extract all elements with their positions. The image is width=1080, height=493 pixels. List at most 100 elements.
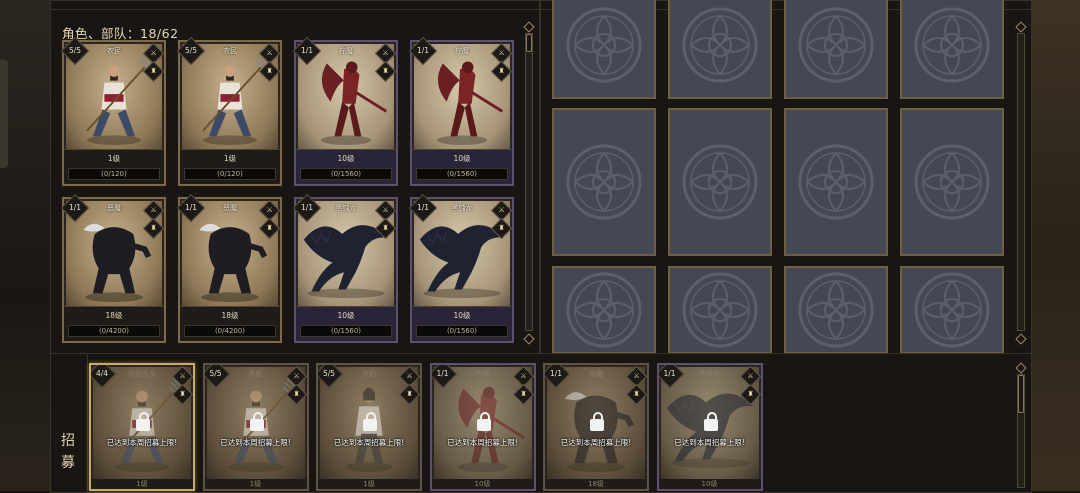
scroll-bottom-marker: [1015, 333, 1027, 345]
padlock-icon: [476, 412, 491, 431]
unit-count: 1/1: [416, 203, 430, 212]
recruit-count-badge: 5/5: [318, 365, 344, 389]
padlock-icon: [590, 412, 604, 431]
unit-card[interactable]: 黑蚀龙 1/1 ⚔ ♜ 10级 (0/1560): [292, 193, 398, 343]
unit-footer: 1级 (0/120): [64, 149, 164, 184]
unit-level: 1级: [107, 154, 121, 163]
unit-xp: (0/120): [68, 168, 160, 180]
recruit-level: 1级: [204, 479, 307, 489]
roster-scroll-thumb[interactable]: [526, 34, 532, 52]
unit-count: 5/5: [184, 46, 198, 55]
unit-level: 10级: [337, 154, 355, 163]
empty-deck-slot[interactable]: [784, 0, 888, 99]
unit-count: 1/1: [300, 46, 314, 55]
unit-count-badge: 1/1: [408, 36, 438, 66]
recruit-limit-message: 已达到本周招募上限!: [333, 438, 405, 447]
recruit-limit-message: 已达到本周招募上限!: [106, 438, 178, 447]
recruit-card[interactable]: 农民 5/5 ⚔ ♜ 已达到本周招募上限! 1级: [202, 363, 309, 491]
empty-deck-slot[interactable]: [668, 108, 772, 256]
unit-level: 10级: [453, 154, 471, 163]
unit-footer: 10级 (0/1560): [296, 306, 396, 341]
empty-deck-slot[interactable]: [552, 0, 656, 99]
recruit-count: 4/4: [95, 369, 109, 378]
recruit-limit-message: 已达到本周招募上限!: [560, 438, 632, 447]
recruit-panel: 招 募 农民队长 4/4 ⚔ ♜ 已达到本周招募上限! 1级 农民 5/5 ⚔ …: [50, 353, 1032, 493]
unit-footer: 10级 (0/1560): [412, 306, 512, 341]
background-left-edge: [0, 0, 50, 491]
recruit-scroll-thumb[interactable]: [1018, 375, 1024, 413]
background-right-edge: [1030, 0, 1080, 491]
unit-card[interactable]: 恶魔 1/1 ⚔ ♜ 18级 (0/4200): [60, 193, 166, 343]
recruit-tab[interactable]: 招 募: [51, 354, 88, 492]
unit-footer: 10级 (0/1560): [296, 149, 396, 184]
unit-level: 18级: [105, 311, 123, 320]
recruit-count: 5/5: [209, 369, 222, 378]
roster-panel: 角色、部队：18/62 农民 5/5 ⚔ ♜ 1级 (0/120) 农民 5/5…: [50, 0, 540, 354]
deck-scrollbar[interactable]: [1017, 33, 1025, 331]
empty-deck-slot[interactable]: [784, 266, 888, 354]
recruit-label-top: 招: [61, 433, 75, 449]
recruit-count-badge: 4/4: [91, 365, 117, 389]
recruit-card[interactable]: 农妇 5/5 ⚔ ♜ 已达到本周招募上限! 1级: [316, 363, 422, 491]
roster-scrollbar[interactable]: [525, 33, 533, 331]
recruit-scrollbar[interactable]: [1017, 374, 1025, 488]
empty-deck-slot[interactable]: [900, 0, 1004, 99]
scroll-bottom-marker: [523, 333, 535, 345]
empty-deck-slot[interactable]: [668, 266, 772, 354]
unit-level: 18级: [221, 311, 239, 320]
panel-header-strip: [51, 1, 539, 10]
unit-card[interactable]: 黑蚀龙 1/1 ⚔ ♜ 10级 (0/1560): [408, 193, 514, 343]
padlock-icon: [136, 412, 150, 431]
empty-deck-slot[interactable]: [900, 266, 1004, 354]
recruit-card[interactable]: 狞魔 1/1 ⚔ ♜ 已达到本周招募上限! 10级: [429, 363, 536, 491]
unit-card[interactable]: 狞魔 1/1 ⚔ ♜ 10级 (0/1560): [408, 36, 514, 186]
unit-level: 10级: [453, 311, 471, 320]
recruit-count: 1/1: [436, 369, 449, 378]
unit-footer: 1级 (0/120): [180, 149, 280, 184]
unit-xp: (0/120): [184, 168, 276, 180]
unit-xp: (0/4200): [68, 325, 160, 337]
unit-count-badge: 5/5: [176, 36, 206, 66]
unit-xp: (0/1560): [300, 325, 392, 337]
empty-deck-slot[interactable]: [552, 266, 656, 354]
unit-card[interactable]: 狞魔 1/1 ⚔ ♜ 10级 (0/1560): [292, 36, 398, 186]
empty-deck-slot[interactable]: [784, 108, 888, 256]
recruit-count: 1/1: [663, 369, 676, 378]
scroll-top-marker: [523, 21, 535, 33]
unit-level: 10级: [337, 311, 355, 320]
deck-panel: [540, 0, 1032, 354]
recruit-count-badge: 1/1: [658, 365, 685, 389]
recruit-card[interactable]: 恶魔 1/1 ⚔ ♜ 已达到本周招募上限! 18级: [543, 363, 649, 491]
empty-deck-slot[interactable]: [900, 108, 1004, 256]
unit-card[interactable]: 农民 5/5 ⚔ ♜ 1级 (0/120): [60, 36, 166, 186]
empty-deck-slot[interactable]: [668, 0, 772, 99]
side-tab[interactable]: [0, 60, 8, 168]
recruit-label-bottom: 募: [61, 455, 75, 471]
unit-footer: 10级 (0/1560): [412, 149, 512, 184]
padlock-icon: [703, 412, 718, 431]
empty-deck-slot[interactable]: [552, 108, 656, 256]
scroll-top-marker: [1015, 362, 1027, 374]
padlock-icon: [363, 412, 377, 431]
unit-count-badge: 1/1: [292, 36, 322, 66]
recruit-level: 1级: [91, 479, 193, 489]
recruit-limit-message: 已达到本周招募上限!: [447, 438, 518, 447]
scroll-top-marker: [1015, 21, 1027, 33]
unit-card[interactable]: 恶魔 1/1 ⚔ ♜ 18级 (0/4200): [176, 193, 282, 343]
unit-footer: 18级 (0/4200): [64, 306, 164, 341]
unit-count: 5/5: [68, 46, 82, 55]
recruit-card[interactable]: 农民队长 4/4 ⚔ ♜ 已达到本周招募上限! 1级: [89, 363, 195, 491]
padlock-icon: [249, 412, 264, 431]
recruit-count-badge: 5/5: [204, 365, 231, 389]
recruit-count-badge: 1/1: [545, 365, 571, 389]
unit-count-badge: 5/5: [60, 36, 90, 66]
unit-card[interactable]: 农民 5/5 ⚔ ♜ 1级 (0/120): [176, 36, 282, 186]
recruit-level: 1级: [318, 479, 420, 489]
recruit-count: 1/1: [549, 369, 563, 378]
recruit-count-badge: 1/1: [431, 365, 458, 389]
recruit-card[interactable]: 黑蚀龙 1/1 ⚔ ♜ 已达到本周招募上限! 10级: [656, 363, 763, 491]
recruit-level: 10级: [431, 479, 534, 489]
unit-xp: (0/1560): [300, 168, 392, 180]
unit-xp: (0/1560): [416, 325, 508, 337]
recruit-level: 18级: [545, 479, 647, 489]
